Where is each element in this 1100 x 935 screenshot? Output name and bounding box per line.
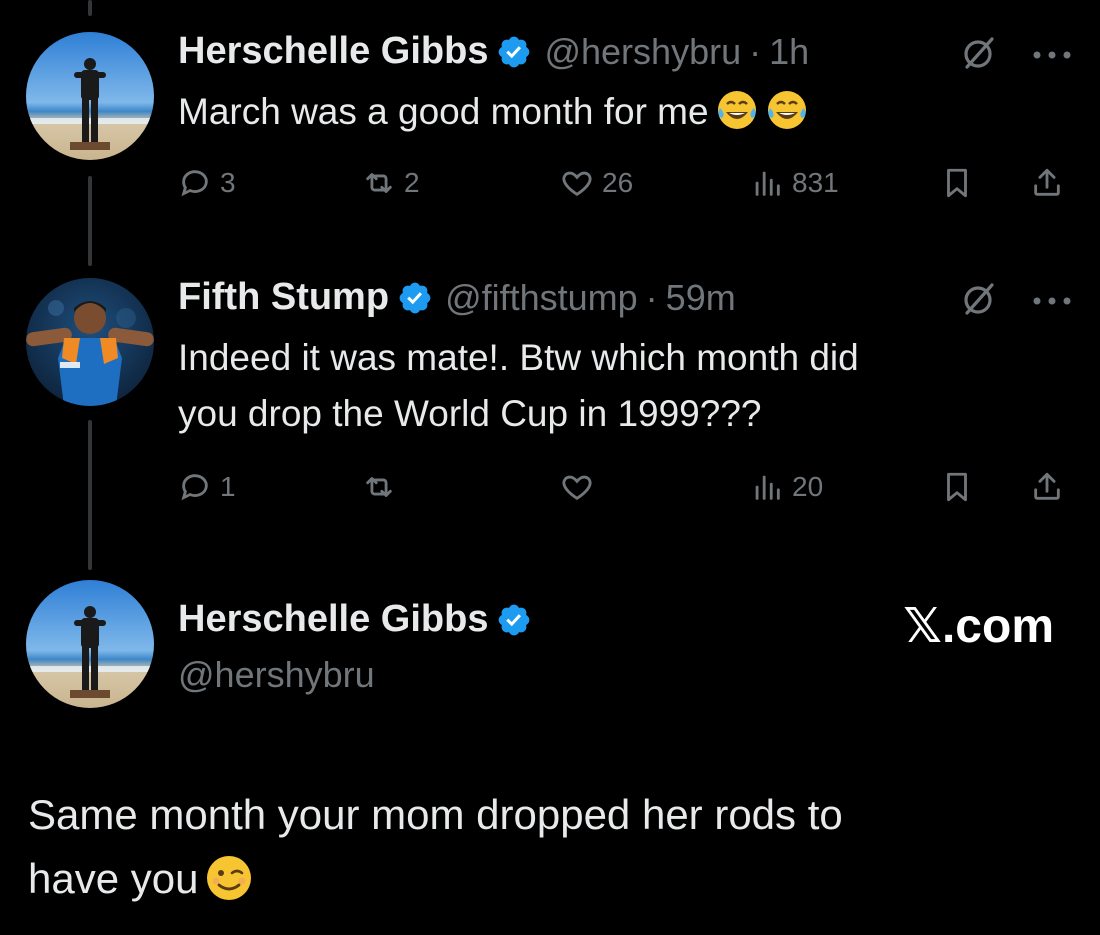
view-count: 831	[792, 167, 839, 198]
author-name[interactable]: Herschelle Gibbs	[178, 598, 488, 641]
view-count: 20	[792, 471, 824, 502]
author-handle[interactable]: @hershybru	[178, 654, 375, 696]
author-handle[interactable]: @hershybru	[544, 31, 741, 73]
verified-badge-icon	[397, 280, 433, 316]
reply-count: 3	[220, 167, 236, 198]
timestamp[interactable]: 1h	[769, 31, 809, 73]
bookmark-icon	[947, 168, 967, 198]
tweet-1-actions: 3 2 26 831	[178, 166, 1078, 206]
like-count: 26	[602, 167, 634, 198]
more-options-icon[interactable]	[1032, 293, 1072, 305]
repost-count: 2	[404, 167, 420, 198]
bookmark-icon	[947, 472, 967, 502]
share-icon	[1034, 472, 1060, 500]
like-button[interactable]: 26	[560, 166, 633, 200]
analytics-icon	[755, 171, 780, 196]
tweet-2-text-block: Indeed it was mate!. Btw which month did…	[178, 330, 1058, 442]
tweet-text: March was a good month for me	[178, 91, 709, 132]
grok-icon[interactable]	[962, 36, 996, 70]
analytics-icon	[755, 475, 780, 500]
verified-badge-icon	[496, 602, 532, 638]
bookmark-button[interactable]	[940, 470, 974, 504]
reply-count: 1	[220, 471, 236, 502]
thread-line-top	[88, 0, 92, 16]
heart-icon	[562, 171, 592, 196]
author-handle[interactable]: @fifthstump	[445, 277, 638, 319]
thread-line-2	[88, 420, 92, 570]
timestamp[interactable]: 59m	[666, 277, 736, 319]
share-button[interactable]	[1030, 470, 1064, 504]
reply-button[interactable]: 1	[178, 470, 236, 504]
more-options-icon[interactable]	[1032, 47, 1072, 59]
avatar-herschelle-gibbs[interactable]	[26, 32, 154, 160]
tweet-2-header: Fifth Stump @fifthstump · 59m	[178, 276, 736, 319]
repost-button[interactable]: 2	[362, 166, 420, 200]
reply-text-line-1: Same month your mom dropped her rods to	[28, 791, 843, 838]
xcom-watermark: 𝕏.com	[903, 600, 1054, 653]
tweet-thread-screenshot: Herschelle Gibbs @hershybru · 1h March w…	[0, 0, 1100, 935]
tweet-2-actions: 1 20	[178, 470, 1078, 510]
share-icon	[1034, 168, 1060, 196]
repost-button[interactable]	[362, 470, 396, 504]
repost-icon	[366, 477, 392, 497]
tweet-text-line-1: Indeed it was mate!. Btw which month did	[178, 337, 859, 378]
avatar-herschelle-gibbs[interactable]	[26, 580, 154, 708]
verified-badge-icon	[496, 34, 532, 70]
tweet-1-header: Herschelle Gibbs @hershybru · 1h	[178, 30, 809, 73]
share-button[interactable]	[1030, 166, 1064, 200]
main-reply-text-block: Same month your mom dropped her rods to …	[28, 783, 1068, 911]
tears-of-joy-emoji	[765, 88, 809, 132]
repost-icon	[366, 173, 392, 193]
tweet-1-text-block: March was a good month for me	[178, 84, 1058, 140]
tears-of-joy-emoji	[715, 88, 759, 132]
bookmark-button[interactable]	[940, 166, 974, 200]
grok-icon[interactable]	[962, 282, 996, 316]
avatar-fifth-stump[interactable]	[26, 278, 154, 406]
reply-icon	[181, 170, 208, 197]
views-button[interactable]: 831	[750, 166, 839, 200]
like-button[interactable]	[560, 470, 594, 504]
thread-line-1	[88, 176, 92, 266]
reply-text-line-2: have you	[28, 855, 199, 902]
reply-button[interactable]: 3	[178, 166, 236, 200]
tweet-text-line-2: you drop the World Cup in 1999???	[178, 393, 762, 434]
reply-icon	[181, 474, 208, 501]
author-name[interactable]: Fifth Stump	[178, 276, 389, 319]
separator-dot: ·	[645, 276, 658, 318]
separator-dot: ·	[749, 30, 762, 72]
main-reply-header: Herschelle Gibbs	[178, 598, 544, 641]
author-name[interactable]: Herschelle Gibbs	[178, 30, 488, 73]
winking-face-emoji	[204, 853, 254, 903]
heart-icon	[562, 475, 592, 500]
views-button[interactable]: 20	[750, 470, 823, 504]
